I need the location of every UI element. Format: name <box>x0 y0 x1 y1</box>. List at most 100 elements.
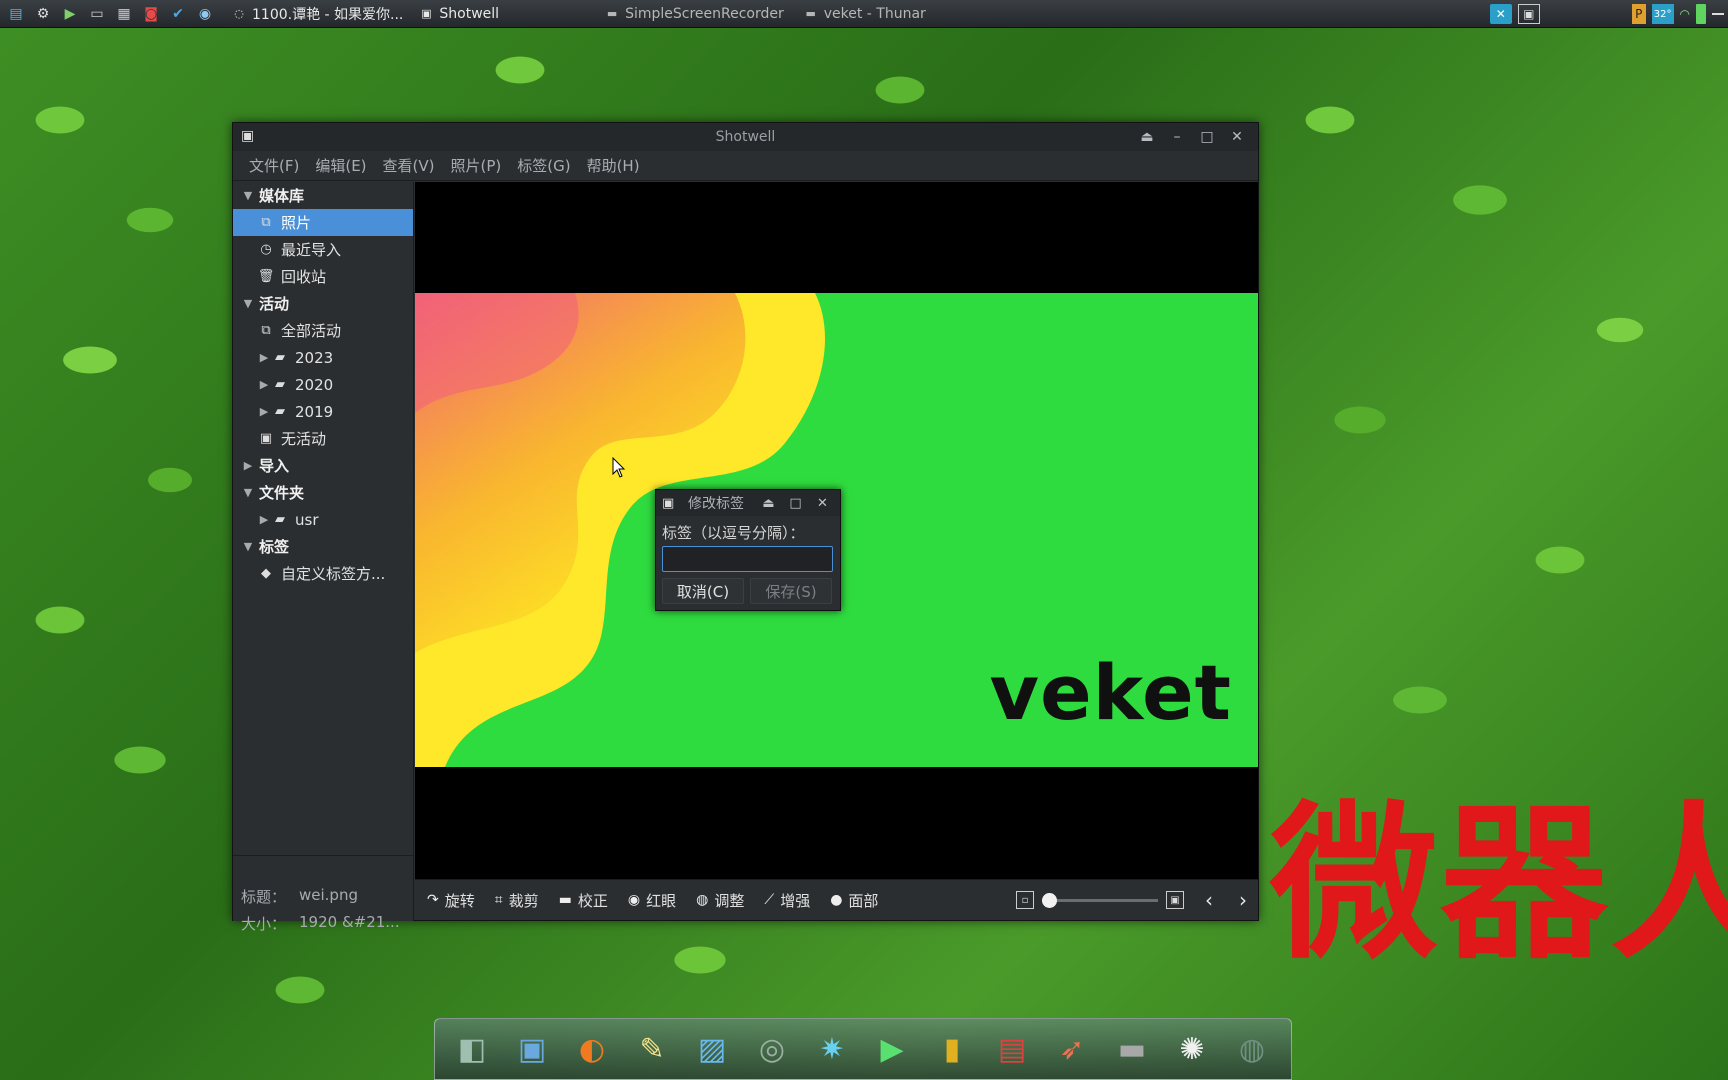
dock-globe-icon[interactable]: ◍ <box>1227 1024 1277 1074</box>
tree-photos[interactable]: ⧉ 照片 <box>233 209 413 236</box>
desktop-switch-icon[interactable]: ▣ <box>1517 4 1540 24</box>
minimize-icon[interactable]: – <box>1162 126 1192 148</box>
enhance-button[interactable]: ⟋ 增强 <box>764 890 810 911</box>
tree-2019[interactable]: ▶ ▰ 2019 <box>233 398 413 425</box>
tree-folders-expander-icon[interactable]: ▼ <box>241 486 255 499</box>
tree-tags-label: 标签 <box>259 538 290 556</box>
dock-editor-icon[interactable]: ✎ <box>627 1024 677 1074</box>
rotate-button[interactable]: ↷ 旋转 <box>427 890 475 911</box>
task-thunar[interactable]: ▬ veket - Thunar <box>796 2 934 26</box>
next-photo-icon[interactable]: › <box>1234 888 1252 912</box>
zoom-out-icon[interactable]: ▫ <box>1016 891 1034 909</box>
tree-events[interactable]: ▼ 活动 <box>233 290 413 317</box>
dock-contacts-icon[interactable]: ▮ <box>927 1024 977 1074</box>
tree-no-event-icon: ▣ <box>259 431 273 446</box>
wifi-icon[interactable]: ◠ <box>1680 4 1690 24</box>
window-titlebar[interactable]: ▣ Shotwell ⏏ – □ ✕ <box>233 123 1258 151</box>
dialog-close-icon[interactable]: ✕ <box>809 492 836 514</box>
dialog-maximize-icon[interactable]: □ <box>782 492 809 514</box>
tree-usr[interactable]: ▶ ▰ usr <box>233 506 413 533</box>
tree-trash[interactable]: 🗑 回收站 <box>233 263 413 290</box>
redeye-button[interactable]: ◉ 红眼 <box>628 890 676 911</box>
window-switch-icon[interactable]: ✕ <box>1489 4 1512 24</box>
settings-gear-icon[interactable]: ⚙ <box>32 3 54 25</box>
dialog-shade-icon[interactable]: ⏏ <box>755 492 782 514</box>
dialog-titlebar[interactable]: ▣ 修改标签 ⏏ □ ✕ <box>656 490 840 516</box>
shade-icon[interactable]: ⏏ <box>1132 126 1162 148</box>
task-music-player-icon: ◌ <box>234 7 244 20</box>
tree-usr-expander-icon[interactable]: ▶ <box>257 513 271 526</box>
system-monitor-icon[interactable]: ▤ <box>5 3 27 25</box>
tree-folders[interactable]: ▼ 文件夹 <box>233 479 413 506</box>
tree-tags[interactable]: ▼ 标签 <box>233 533 413 560</box>
dock-firefox-icon[interactable]: ◐ <box>567 1024 617 1074</box>
temperature-icon[interactable]: 32° <box>1651 4 1674 24</box>
tree-import-expander-icon[interactable]: ▶ <box>241 459 255 472</box>
dock-presentation-icon[interactable]: ▤ <box>987 1024 1037 1074</box>
terminal-icon[interactable]: ▭ <box>86 3 108 25</box>
menu-item-3[interactable]: 照片(P) <box>443 155 510 176</box>
tree-2020[interactable]: ▶ ▰ 2020 <box>233 371 413 398</box>
straighten-button[interactable]: ▬ 校正 <box>559 890 608 911</box>
redeye-button-label: 红眼 <box>646 891 677 910</box>
tree-2023-expander-icon[interactable]: ▶ <box>257 351 271 364</box>
tree-no-event[interactable]: ▣ 无活动 <box>233 425 413 452</box>
tree-last-import[interactable]: ◷ 最近导入 <box>233 236 413 263</box>
battery-icon[interactable] <box>1696 4 1706 24</box>
zoom-in-icon[interactable]: ▣ <box>1166 891 1184 909</box>
dialog-title: 修改标签 <box>688 496 744 512</box>
tree-all-events[interactable]: ⧉ 全部活动 <box>233 317 413 344</box>
tree-custom-tags[interactable]: ◆ 自定义标签方... <box>233 560 413 587</box>
adjust-button[interactable]: ◍ 调整 <box>696 890 744 911</box>
straighten-button-label: 校正 <box>577 891 608 910</box>
tree-tags-expander-icon[interactable]: ▼ <box>241 540 255 553</box>
dock-media-player-icon[interactable]: ▶ <box>867 1024 917 1074</box>
tree-custom-tags-label: 自定义标签方... <box>281 565 386 583</box>
tree-import[interactable]: ▶ 导入 <box>233 452 413 479</box>
menu-item-2[interactable]: 查看(V) <box>375 155 443 176</box>
zoom-slider-knob[interactable] <box>1042 892 1057 908</box>
dock-disc-icon[interactable]: ◎ <box>747 1024 797 1074</box>
menu-item-5[interactable]: 帮助(H) <box>579 155 648 176</box>
network-icon[interactable]: ◉ <box>194 3 216 25</box>
task-shotwell[interactable]: ▣ Shotwell <box>411 2 507 26</box>
cancel-button[interactable]: 取消(C) <box>662 578 744 604</box>
info-size-value: 1920 &#21... <box>299 913 400 931</box>
dock-network-icon[interactable]: ✷ <box>807 1024 857 1074</box>
dock-desktop-icon[interactable]: ◧ <box>447 1024 497 1074</box>
tree-library-expander-icon[interactable]: ▼ <box>241 189 255 202</box>
screenshot-icon[interactable]: ◙ <box>140 3 162 25</box>
menu-item-0[interactable]: 文件(F) <box>241 155 307 176</box>
panel-launchers: ▤ ⚙ ▶ ▭ ▦ ◙ ✔ ◉ <box>0 3 216 25</box>
tree-2020-expander-icon[interactable]: ▶ <box>257 378 271 391</box>
tree-2023[interactable]: ▶ ▰ 2023 <box>233 344 413 371</box>
dock-computer-icon[interactable]: ▣ <box>507 1024 557 1074</box>
tree-2019-expander-icon[interactable]: ▶ <box>257 405 271 418</box>
dialog-button-row: 取消(C) 保存(S) <box>662 578 840 604</box>
tree-library[interactable]: ▼ 媒体库 <box>233 182 413 209</box>
crop-button[interactable]: ⌗ 裁剪 <box>495 890 539 911</box>
dock-settings-icon[interactable]: ✺ <box>1167 1024 1217 1074</box>
note-icon[interactable]: P <box>1631 4 1646 24</box>
media-play-icon[interactable]: ▶ <box>59 3 81 25</box>
save-button[interactable]: 保存(S) <box>750 578 832 604</box>
window-title: Shotwell <box>715 129 776 145</box>
tree-events-expander-icon[interactable]: ▼ <box>241 297 255 310</box>
close-icon[interactable]: ✕ <box>1222 126 1252 148</box>
menu-item-4[interactable]: 标签(G) <box>509 155 578 176</box>
menu-item-1[interactable]: 编辑(E) <box>307 155 374 176</box>
download-icon[interactable]: ✔ <box>167 3 189 25</box>
dock-image-viewer-icon[interactable]: ▨ <box>687 1024 737 1074</box>
printer-icon[interactable]: ▦ <box>113 3 135 25</box>
tree-last-import-icon: ◷ <box>260 242 272 257</box>
previous-photo-icon[interactable]: ‹ <box>1200 888 1218 912</box>
tree-all-events-label: 全部活动 <box>281 322 342 340</box>
tags-input[interactable] <box>662 546 833 572</box>
dock-drive-icon[interactable]: ▬ <box>1107 1024 1157 1074</box>
faces-button[interactable]: ● 面部 <box>830 890 878 911</box>
task-music-player[interactable]: ◌ 1100.谭艳 - 如果爱你... <box>224 2 411 26</box>
dock-rocket-icon[interactable]: ➶ <box>1047 1024 1097 1074</box>
task-screen-recorder[interactable]: ▬ SimpleScreenRecorder <box>597 2 792 26</box>
maximize-icon[interactable]: □ <box>1192 126 1222 148</box>
zoom-slider[interactable] <box>1042 892 1158 908</box>
